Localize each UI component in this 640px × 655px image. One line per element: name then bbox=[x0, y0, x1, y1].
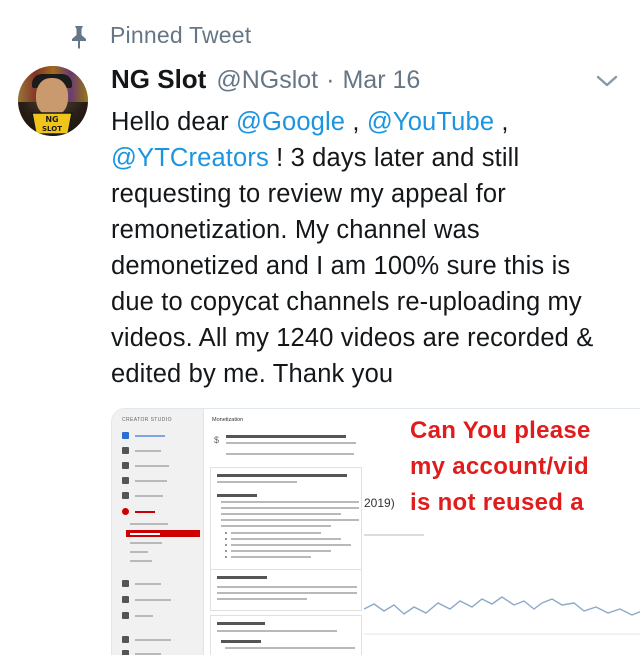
screenshot-overlay-area: Can You please my account/vid 2019) is n… bbox=[364, 409, 640, 655]
screenshot-sidebar-item bbox=[122, 611, 153, 620]
overlay-text-line-2: my account/vid bbox=[410, 453, 589, 480]
screenshot-sidebar-subitem bbox=[130, 540, 162, 547]
tweet-text-separator: , bbox=[345, 108, 367, 136]
pin-icon bbox=[72, 26, 86, 49]
pinned-tweet-label: Pinned Tweet bbox=[110, 22, 252, 48]
avatar[interactable]: NG SLOT bbox=[18, 66, 88, 136]
screenshot-faded-line bbox=[364, 534, 424, 536]
screenshot-sidebar-item bbox=[122, 595, 171, 604]
mention-youtube[interactable]: @YouTube bbox=[367, 108, 494, 136]
screenshot-sidebar-item bbox=[122, 491, 163, 500]
tweet-date[interactable]: Mar 16 bbox=[342, 66, 420, 95]
separator-dot: · bbox=[326, 66, 335, 94]
tweet-header: NG Slot @NGslot · Mar 16 bbox=[111, 64, 420, 100]
screenshot-line-chart bbox=[364, 596, 640, 635]
dollar-icon: $ bbox=[214, 435, 220, 445]
mention-google[interactable]: @Google bbox=[236, 108, 345, 136]
screenshot-sidebar-subitem bbox=[130, 558, 152, 565]
tweet-text-body: ! 3 days later and still requesting to r… bbox=[111, 144, 594, 388]
screenshot-sidebar-item bbox=[122, 446, 161, 455]
screenshot-year-label: 2019) bbox=[364, 496, 395, 510]
screenshot-main-panel: Monetization $ bbox=[204, 409, 364, 655]
tweet-text: Hello dear @Google , @YouTube , @YTCreat… bbox=[111, 104, 611, 392]
screenshot-sidebar-subitem bbox=[130, 549, 148, 556]
screenshot-heading: Monetization bbox=[212, 417, 244, 423]
screenshot-sidebar-item bbox=[122, 649, 161, 655]
chevron-down-icon[interactable] bbox=[594, 72, 620, 90]
screenshot-sidebar-item bbox=[122, 476, 167, 485]
screenshot-sidebar-item bbox=[122, 507, 155, 516]
screenshot-sidebar-subitem-active bbox=[126, 530, 200, 537]
ng-slot-logo: NG SLOT bbox=[31, 112, 73, 135]
author-display-name[interactable]: NG Slot bbox=[111, 64, 206, 95]
svg-text:SLOT: SLOT bbox=[42, 125, 62, 133]
overlay-text-line-3: is not reused a bbox=[410, 489, 584, 516]
screenshot-sidebar: CREATOR STUDIO bbox=[112, 409, 204, 655]
tweet-media-image[interactable]: CREATOR STUDIO Monetization $ Can You pl… bbox=[111, 408, 640, 655]
screenshot-sidebar-subitem bbox=[130, 521, 168, 528]
screenshot-sidebar-item bbox=[122, 431, 165, 440]
tweet-text-greeting: Hello dear bbox=[111, 108, 236, 136]
svg-text:NG: NG bbox=[45, 115, 58, 124]
overlay-text-line-1: Can You please bbox=[410, 417, 591, 444]
screenshot-text-line bbox=[226, 435, 346, 438]
screenshot-card bbox=[210, 569, 362, 611]
screenshot-sidebar-item bbox=[122, 579, 161, 588]
screenshot-sidebar-item bbox=[122, 461, 169, 470]
screenshot-text-line bbox=[226, 453, 354, 455]
author-handle[interactable]: @NGslot bbox=[216, 66, 318, 95]
screenshot-card bbox=[210, 467, 362, 579]
screenshot-sidebar-item bbox=[122, 635, 171, 644]
tweet-text-separator: , bbox=[494, 108, 509, 136]
screenshot-card bbox=[210, 615, 362, 655]
screenshot-text-line bbox=[226, 442, 356, 444]
screenshot-sidebar-title: CREATOR STUDIO bbox=[122, 417, 172, 423]
mention-ytcreators[interactable]: @YTCreators bbox=[111, 144, 269, 172]
